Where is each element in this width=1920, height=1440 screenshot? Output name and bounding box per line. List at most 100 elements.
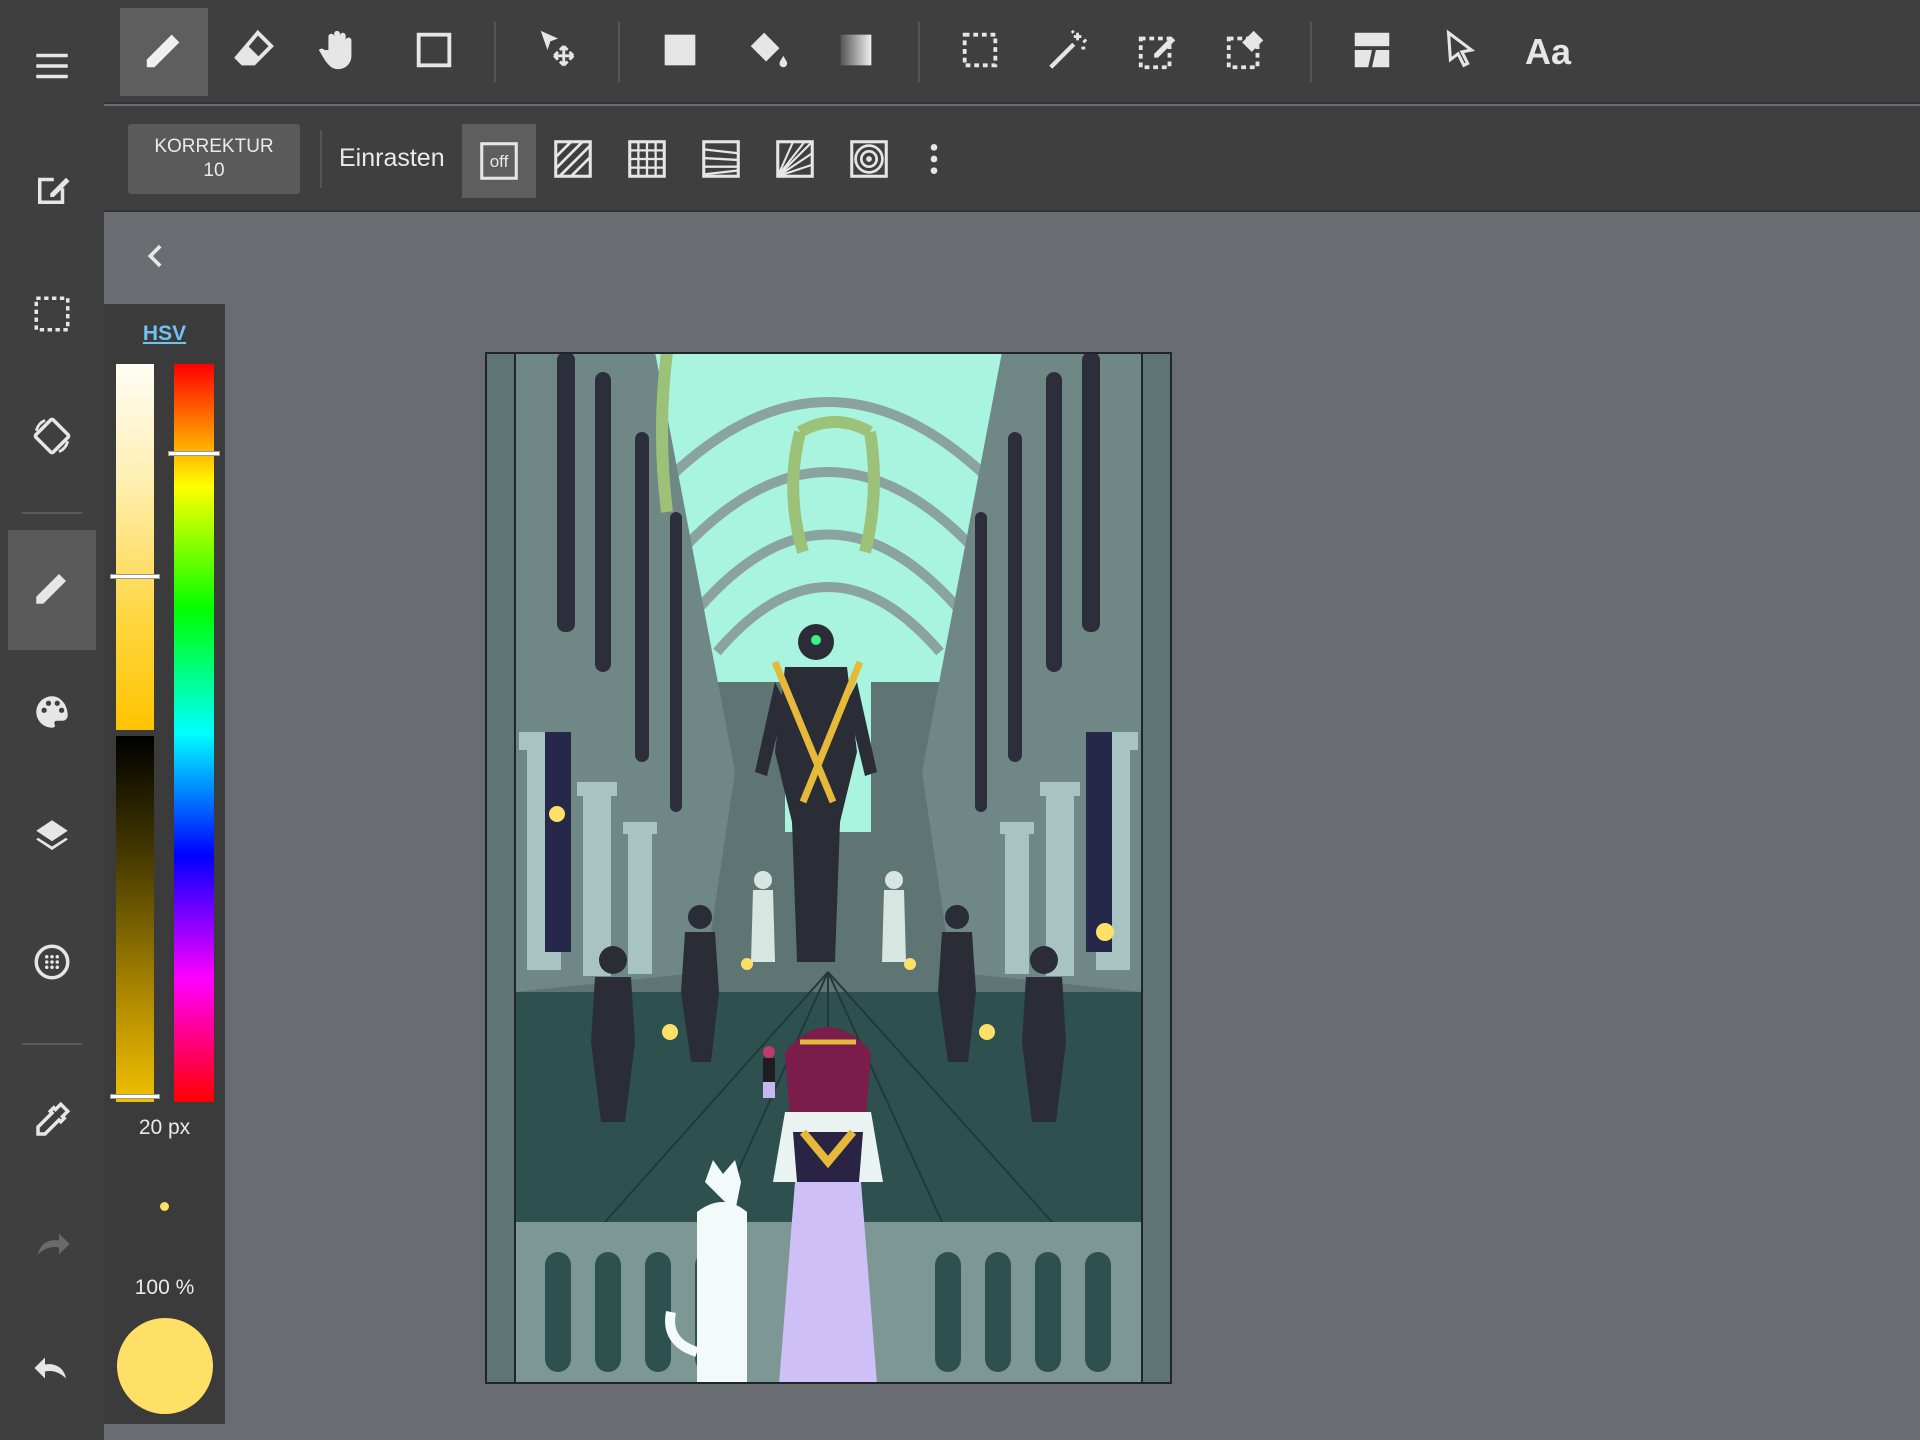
right-banner [1086, 732, 1112, 952]
color-mode-tab[interactable]: HSV [104, 322, 225, 346]
selection-icon [31, 293, 73, 340]
snap-off-label: off [489, 152, 509, 171]
snap-radial-button[interactable] [758, 124, 832, 198]
redo-button[interactable] [8, 1186, 96, 1306]
current-color-swatch[interactable] [117, 1318, 213, 1414]
tool-options-bar: KORREKTUR 10 Einrasten off [104, 106, 1920, 212]
rectangle-icon [411, 27, 457, 78]
toolbar-separator [618, 22, 620, 82]
rotate-screen-button[interactable] [8, 378, 96, 498]
hue-slider[interactable] [174, 364, 214, 1102]
left-banner [545, 732, 571, 952]
snap-circle-button[interactable] [832, 124, 906, 198]
select-rect-icon [957, 27, 1003, 78]
gradient-tool-button[interactable] [812, 8, 900, 96]
opacity-value[interactable]: 100 % [104, 1276, 225, 1300]
statue-gem [811, 635, 821, 645]
pencil-icon [31, 567, 73, 614]
text-tool-label: Aa [1524, 31, 1572, 72]
shape-tool-button[interactable] [390, 8, 478, 96]
artwork-canvas[interactable] [485, 352, 1172, 1384]
toolbar-separator [320, 130, 322, 188]
selection-button[interactable] [8, 256, 96, 376]
select-eraser-icon [1223, 27, 1269, 78]
layers-icon [31, 815, 73, 862]
rail-divider [22, 512, 82, 514]
hue-marker[interactable] [168, 450, 220, 456]
select-rect-tool-button[interactable] [936, 8, 1024, 96]
eyedropper-button[interactable] [8, 1062, 96, 1182]
rail-divider [22, 1043, 82, 1045]
toolbar-separator [918, 22, 920, 82]
frame-tool-button[interactable] [1328, 8, 1416, 96]
material-button[interactable] [8, 904, 96, 1024]
correction-value: 10 [203, 160, 225, 181]
eraser-tool-button[interactable] [210, 8, 298, 96]
rotate-screen-icon [31, 415, 73, 462]
more-vert-icon [914, 139, 954, 184]
snap-radial-icon [772, 136, 818, 187]
text-tool-button[interactable]: Aa [1504, 8, 1592, 96]
eyedropper-icon [31, 1099, 73, 1146]
value-marker[interactable] [110, 1094, 160, 1099]
pointer-icon [1437, 27, 1483, 78]
material-icon [31, 941, 73, 988]
left-rail [0, 0, 104, 1440]
magic-wand-icon [1045, 27, 1091, 78]
menu-button[interactable] [8, 8, 96, 128]
palette-icon [31, 691, 73, 738]
edit-icon [31, 169, 73, 216]
layers-button[interactable] [8, 778, 96, 898]
snap-off-button[interactable]: off [462, 124, 536, 198]
select-eraser-tool-button[interactable] [1202, 8, 1290, 96]
magic-wand-tool-button[interactable] [1024, 8, 1112, 96]
correction-label: KORREKTUR [154, 136, 274, 157]
app-window: Aa KORREKTUR 10 Einrasten off HSV 20 px … [0, 0, 1920, 1440]
operation-tool-button[interactable] [1416, 8, 1504, 96]
paint-bucket-icon [745, 27, 791, 78]
top-toolbar: Aa [104, 0, 1920, 104]
snap-off-icon: off [476, 138, 522, 184]
undo-button[interactable] [8, 1310, 96, 1430]
collapse-panel-button[interactable] [134, 236, 178, 280]
correction-button[interactable]: KORREKTUR 10 [128, 124, 300, 194]
pen-tool-button[interactable] [120, 8, 208, 96]
menu-icon [31, 45, 73, 92]
snap-parallel-button[interactable] [536, 124, 610, 198]
saturation-bar[interactable] [116, 364, 154, 730]
brush-button[interactable] [8, 530, 96, 650]
snap-grid-button[interactable] [610, 124, 684, 198]
paint-bucket-tool-button[interactable] [724, 8, 812, 96]
edit-button[interactable] [8, 132, 96, 252]
gradient-icon [833, 27, 879, 78]
small-figure [763, 1046, 775, 1098]
brush-size-preview [160, 1202, 169, 1211]
more-options-button[interactable] [912, 124, 956, 198]
snap-label: Einrasten [339, 144, 445, 172]
snap-grid-icon [624, 136, 670, 187]
snap-perspective-icon [698, 136, 744, 187]
saturation-marker[interactable] [110, 574, 160, 580]
move-tool-button[interactable] [514, 8, 602, 96]
toolbar-separator [1310, 22, 1312, 82]
move-icon [535, 27, 581, 78]
snap-parallel-icon [550, 136, 596, 187]
value-bar[interactable] [116, 736, 154, 1102]
brush-size-value[interactable]: 20 px [104, 1116, 225, 1140]
hand-icon [315, 27, 361, 78]
select-pen-tool-button[interactable] [1114, 8, 1202, 96]
filled-rect-icon [657, 27, 703, 78]
palette-button[interactable] [8, 654, 96, 774]
snap-circle-icon [846, 136, 892, 187]
toolbar-separator [494, 22, 496, 82]
snap-perspective-button[interactable] [684, 124, 758, 198]
color-panel: HSV 20 px 100 % [104, 304, 225, 1424]
redo-icon [31, 1223, 73, 1270]
hand-tool-button[interactable] [294, 8, 382, 96]
undo-icon [31, 1347, 73, 1394]
fill-rect-tool-button[interactable] [636, 8, 724, 96]
pencil-icon [141, 27, 187, 78]
frame-divider-icon [1349, 27, 1395, 78]
chevron-left-icon [139, 239, 173, 278]
select-pen-icon [1135, 27, 1181, 78]
